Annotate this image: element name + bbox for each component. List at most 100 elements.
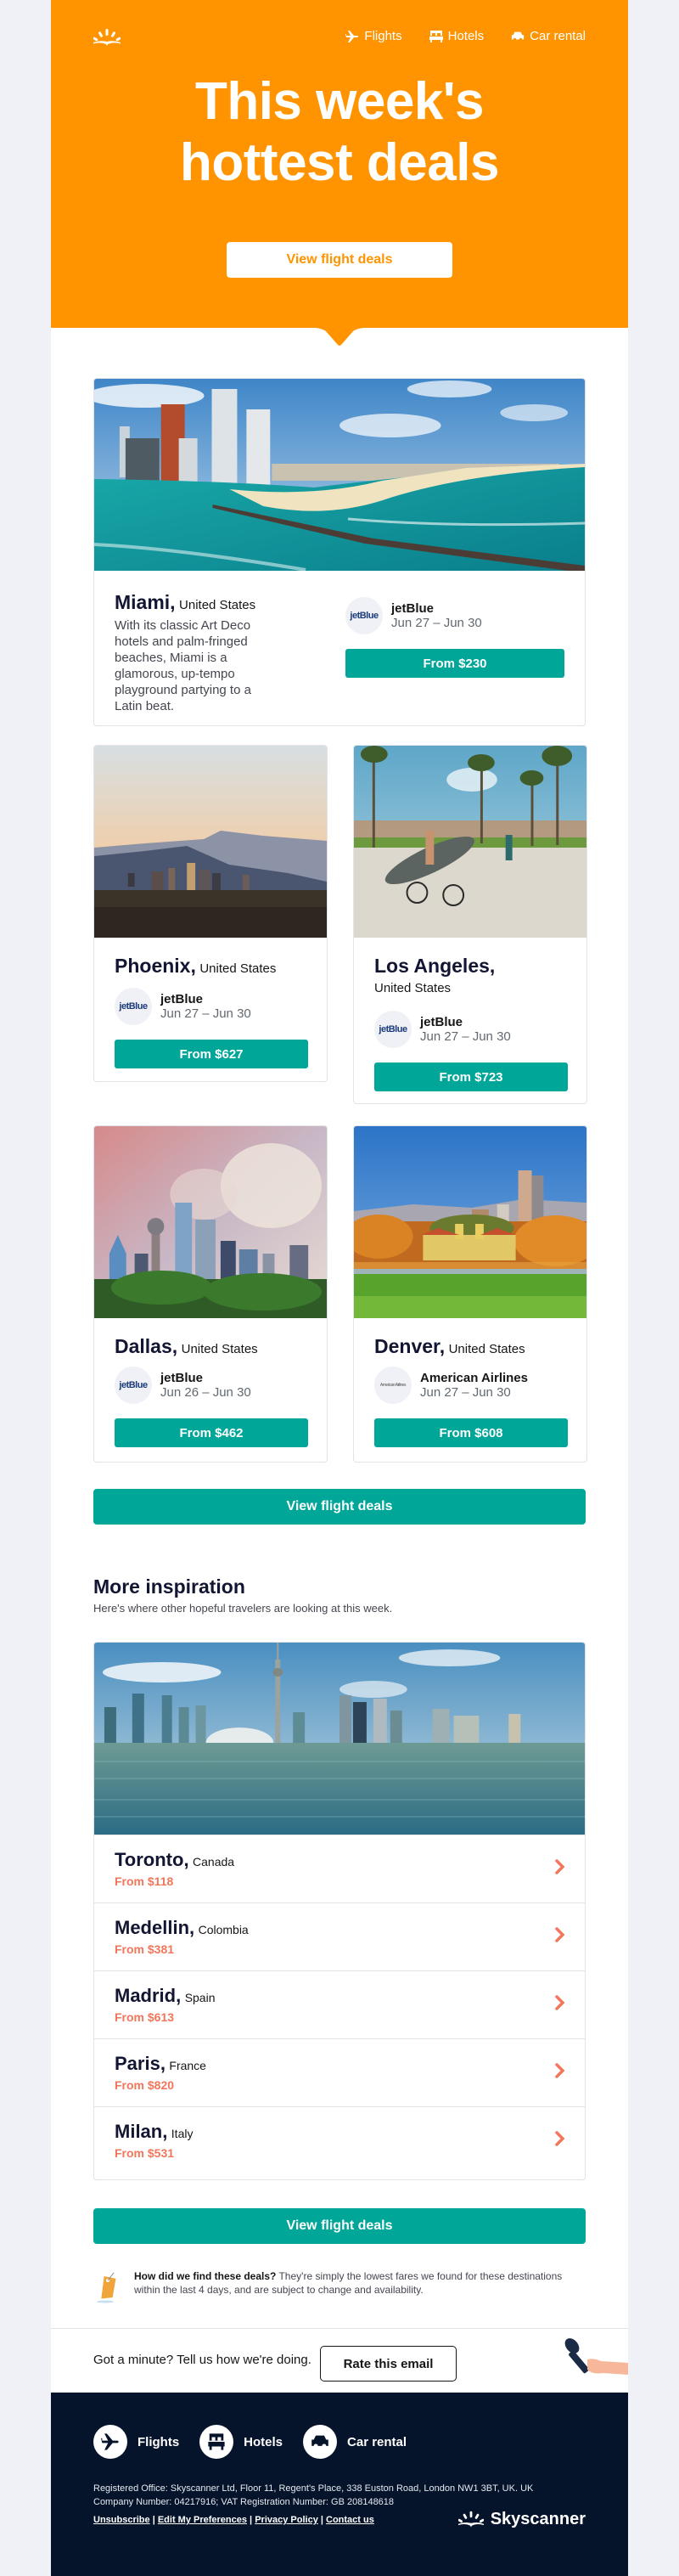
travel-dates: Jun 27 – Jun 30: [160, 1006, 251, 1021]
deal-city: Dallas,: [115, 1335, 178, 1357]
airline-name: American Airlines: [420, 1371, 528, 1385]
unsubscribe-link[interactable]: Unsubscribe: [93, 2515, 150, 2525]
plane-icon: [101, 2433, 119, 2450]
footer-hotels-label: Hotels: [244, 2434, 283, 2449]
nav-hotels[interactable]: Hotels: [429, 29, 485, 43]
edit-preferences-link[interactable]: Edit My Preferences: [158, 2515, 247, 2525]
inspiration-item-medellin[interactable]: Medellin, Colombia From $381: [94, 1902, 585, 1970]
section-title-more-inspiration: More inspiration: [93, 1575, 245, 1598]
deal-city: Phoenix,: [115, 955, 196, 977]
dallas-skyline-image: [94, 1126, 327, 1318]
deal-location: Dallas, United States: [115, 1335, 258, 1358]
inspiration-price: From $118: [115, 1874, 174, 1888]
inspiration-city: Paris,: [115, 2053, 166, 2074]
deal-airline: jetBlue jetBlue Jun 27 – Jun 30: [374, 1011, 511, 1048]
rate-email-section: Got a minute? Tell us how we're doing. R…: [51, 2328, 628, 2393]
jetblue-logo-icon: jetBlue: [374, 1011, 412, 1048]
footer-flights-circle: [93, 2425, 127, 2459]
chevron-right-icon[interactable]: [554, 1857, 566, 1876]
chevron-right-icon[interactable]: [554, 2061, 566, 2080]
deal-price-button[interactable]: From $627: [115, 1040, 308, 1068]
rate-this-email-button[interactable]: Rate this email: [320, 2346, 457, 2382]
brand-name: Skyscanner: [490, 2510, 586, 2528]
inspiration-item-paris[interactable]: Paris, France From $820: [94, 2038, 585, 2106]
deal-airline: American Airlines American Airlines Jun 2…: [374, 1367, 528, 1404]
contact-us-link[interactable]: Contact us: [326, 2515, 374, 2525]
deal-country: United States: [199, 961, 277, 976]
featured-airline: jetBlue jetBlue Jun 27 – Jun 30: [345, 597, 482, 634]
hero-title-line1: This week's: [194, 72, 485, 131]
featured-country: United States: [179, 598, 256, 612]
deal-price-button[interactable]: From $608: [374, 1418, 568, 1447]
legal-text: Registered Office: Skyscanner Ltd, Floor…: [93, 2482, 533, 2509]
inspiration-price: From $531: [115, 2146, 175, 2160]
microphone-hand-icon: [564, 2338, 628, 2375]
deal-price-button[interactable]: From $462: [115, 1418, 308, 1447]
hero-title-line2: hottest deals: [180, 133, 499, 192]
link-separator: |: [247, 2515, 255, 2525]
airline-name: jetBlue: [420, 1015, 463, 1029]
deal-card-denver[interactable]: Denver, United States American Airlines …: [353, 1125, 587, 1463]
footer-nav-car-rental[interactable]: Car rental: [303, 2425, 407, 2459]
toronto-skyline-image: [94, 1643, 585, 1835]
chevron-right-icon[interactable]: [554, 1925, 566, 1944]
legal-line-1: Registered Office: Skyscanner Ltd, Floor…: [93, 2483, 534, 2494]
skyscanner-sunrise-logo-icon[interactable]: [93, 29, 121, 48]
nav-flights[interactable]: Flights: [345, 29, 402, 43]
inspiration-country: Colombia: [198, 1923, 249, 1936]
featured-description: With its classic Art Deco hotels and pal…: [115, 618, 251, 713]
featured-city: Miami,: [115, 591, 176, 613]
legal-line-2: Company Number: 04217916; VAT Registrati…: [93, 2497, 395, 2507]
inspiration-item-milan[interactable]: Milan, Italy From $531: [94, 2106, 585, 2174]
chevron-right-icon[interactable]: [554, 1993, 566, 2012]
inspiration-item-madrid[interactable]: Madrid, Spain From $613: [94, 1970, 585, 2038]
footer-nav: Flights Hotels Car rental: [93, 2425, 407, 2459]
nav-car-rental-label: Car rental: [530, 29, 586, 43]
featured-price-button[interactable]: From $230: [345, 649, 564, 678]
deal-card-phoenix[interactable]: Phoenix, United States jetBlue jetBlue Ju…: [93, 745, 328, 1082]
travel-dates: Jun 27 – Jun 30: [420, 1029, 511, 1044]
airline-name: jetBlue: [160, 1371, 204, 1385]
inspiration-location: Madrid, Spain: [115, 1985, 216, 2007]
inspiration-price: From $820: [115, 2078, 175, 2092]
link-separator: |: [149, 2515, 158, 2525]
footer-hotels-circle: [199, 2425, 234, 2459]
inspiration-location: Toronto, Canada: [115, 1849, 234, 1871]
header-notch: [314, 328, 365, 346]
link-separator: |: [317, 2515, 327, 2525]
deal-price-button[interactable]: From $723: [374, 1063, 568, 1091]
privacy-policy-link[interactable]: Privacy Policy: [255, 2515, 318, 2525]
deal-card-dallas[interactable]: Dallas, United States jetBlue jetBlue Jun…: [93, 1125, 328, 1463]
nav-car-rental[interactable]: Car rental: [511, 29, 586, 43]
deal-card-los-angeles[interactable]: Los Angeles, United States jetBlue jetBlu…: [353, 745, 587, 1104]
view-flight-deals-button-hero[interactable]: View flight deals: [227, 242, 452, 278]
price-tag-icon: [97, 2272, 116, 2303]
deal-city: Denver,: [374, 1335, 446, 1357]
inspiration-item-toronto[interactable]: Toronto, Canada From $118: [94, 1835, 585, 1902]
view-flight-deals-button-mid[interactable]: View flight deals: [93, 1489, 586, 1525]
deals-disclaimer: How did we find these deals? They're sim…: [93, 2269, 586, 2303]
featured-deal-card[interactable]: Miami, United States With its classic Ar…: [93, 378, 586, 726]
chevron-right-icon[interactable]: [554, 2129, 566, 2148]
inspiration-country: Canada: [193, 1855, 235, 1869]
footer-nav-hotels[interactable]: Hotels: [199, 2425, 283, 2459]
disclaimer-question: How did we find these deals?: [134, 2270, 277, 2282]
inspiration-price: From $613: [115, 2010, 175, 2024]
los-angeles-venice-beach-image: [354, 746, 586, 938]
inspiration-location: Paris, France: [115, 2053, 206, 2075]
skyscanner-sunrise-logo-icon: [457, 2511, 484, 2527]
travel-dates: Jun 27 – Jun 30: [420, 1385, 511, 1400]
deal-country: United States: [374, 981, 452, 995]
deal-country: United States: [448, 1342, 525, 1356]
inspiration-country: Spain: [184, 1991, 216, 2004]
footer-nav-flights[interactable]: Flights: [93, 2425, 179, 2459]
view-flight-deals-button-bottom[interactable]: View flight deals: [93, 2208, 586, 2244]
footer-car-rental-label: Car rental: [347, 2434, 407, 2449]
inspiration-city: Medellin,: [115, 1917, 195, 1938]
inspiration-location: Medellin, Colombia: [115, 1917, 249, 1939]
header-nav: Flights Hotels Car rental: [345, 29, 586, 43]
nav-hotels-label: Hotels: [447, 29, 485, 43]
skyscanner-brand[interactable]: Skyscanner: [457, 2510, 586, 2529]
deal-location: Los Angeles, United States: [374, 955, 495, 995]
email-container: Flights Hotels Car rental This week's ho…: [51, 0, 628, 2576]
